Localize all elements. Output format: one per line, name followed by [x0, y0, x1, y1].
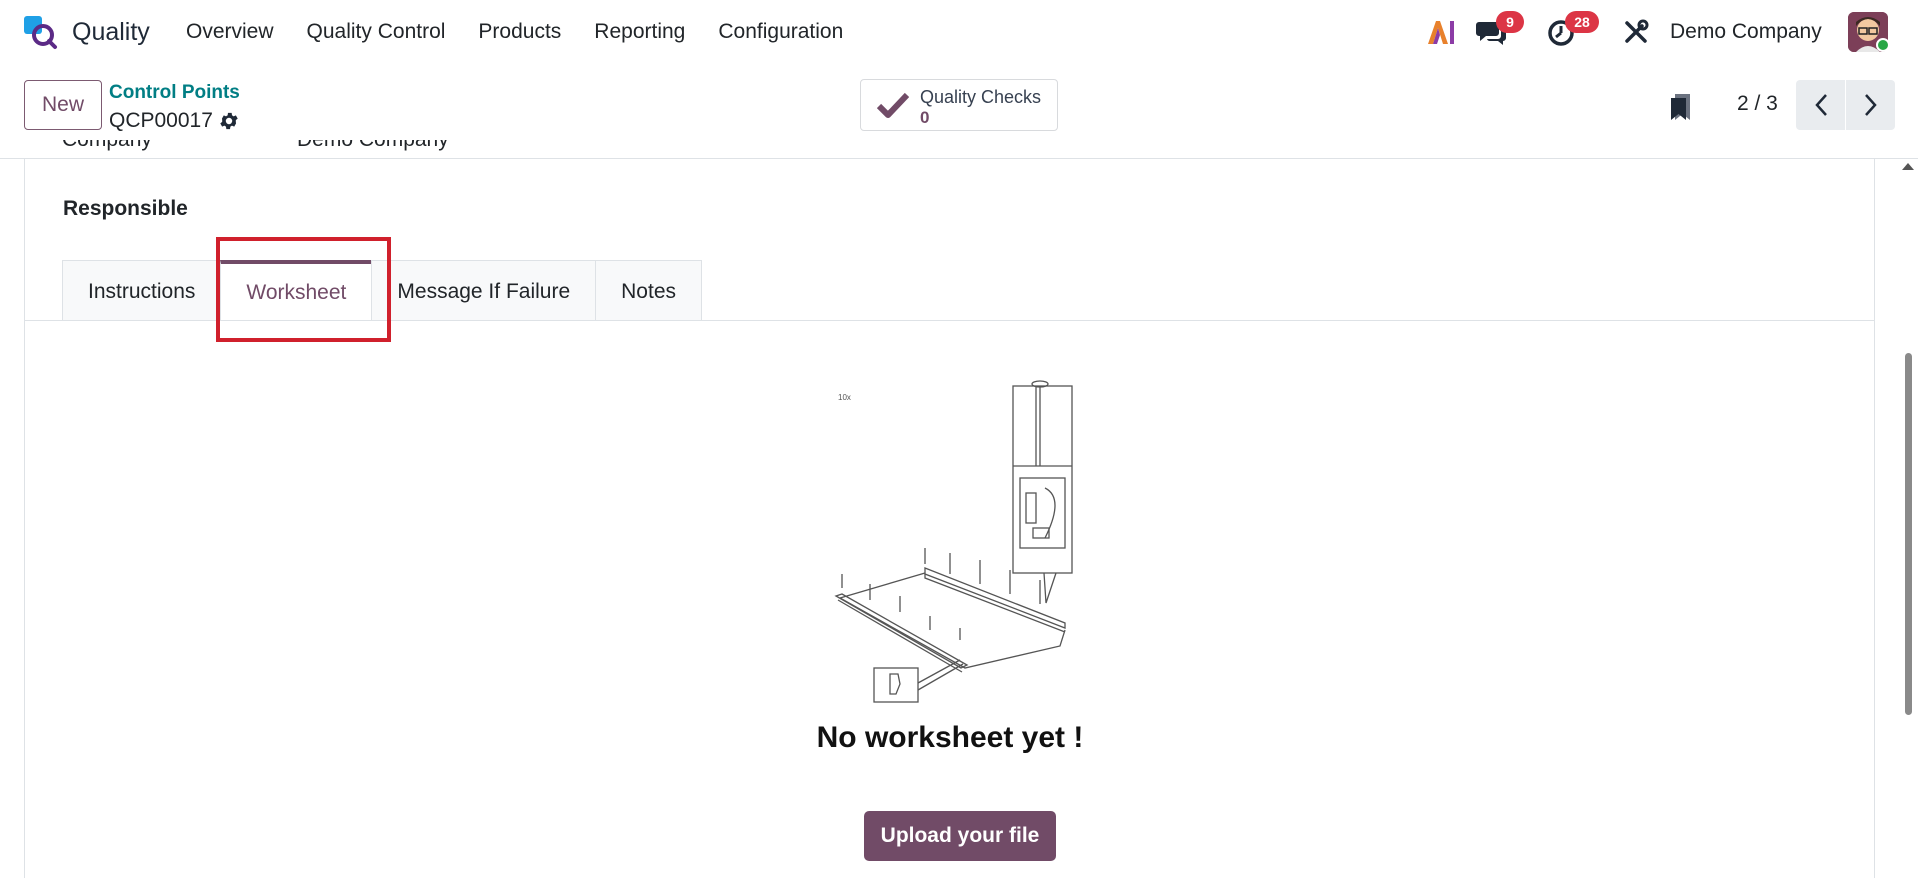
pager-next-button[interactable] [1846, 80, 1895, 130]
worksheet-tab-highlight-box [216, 237, 391, 342]
check-icon [877, 92, 909, 118]
ai-icon[interactable] [1426, 18, 1456, 46]
menu-item-reporting[interactable]: Reporting [594, 20, 685, 44]
chevron-right-icon [1864, 94, 1877, 116]
worksheet-placeholder-illustration: 10x [834, 380, 1073, 703]
chevron-left-icon [1814, 94, 1827, 116]
online-status-dot [1876, 38, 1890, 52]
company-switcher[interactable]: Demo Company [1670, 20, 1822, 44]
company-field-row: Company Demo Company [62, 140, 562, 160]
company-field-label: Company [62, 140, 152, 152]
svg-text:10x: 10x [838, 393, 851, 402]
vertical-scrollbar[interactable] [1898, 159, 1918, 878]
menu-item-products[interactable]: Products [478, 20, 561, 44]
record-name: QCP00017 [109, 109, 213, 132]
app-name[interactable]: Quality [72, 18, 150, 47]
gear-icon[interactable] [218, 110, 240, 132]
main-menu: Overview Quality Control Products Report… [186, 20, 876, 44]
pager-value[interactable]: 2 / 3 [1737, 92, 1778, 116]
tab-notes[interactable]: Notes [595, 260, 702, 321]
quality-checks-smart-button[interactable]: Quality Checks 0 [860, 79, 1058, 131]
bookmarks-icon[interactable] [1668, 92, 1694, 122]
activity-count-badge: 28 [1565, 11, 1599, 33]
new-button[interactable]: New [24, 80, 102, 130]
pager-previous-button[interactable] [1796, 80, 1845, 130]
menu-item-overview[interactable]: Overview [186, 20, 274, 44]
quality-app-logo-icon[interactable] [22, 14, 58, 50]
smart-button-label: Quality Checks [920, 87, 1042, 107]
scrollbar-thumb[interactable] [1905, 353, 1912, 715]
top-navbar: Quality Overview Quality Control Product… [0, 0, 1918, 64]
tab-message-if-failure[interactable]: Message If Failure [371, 260, 597, 321]
menu-item-quality-control[interactable]: Quality Control [307, 20, 446, 44]
upload-file-button[interactable]: Upload your file [864, 811, 1056, 861]
tab-instructions[interactable]: Instructions [62, 260, 222, 321]
empty-state-title: No worksheet yet ! [816, 721, 1084, 754]
menu-item-configuration[interactable]: Configuration [718, 20, 843, 44]
company-field-value[interactable]: Demo Company [297, 140, 449, 152]
scroll-up-arrow-icon[interactable] [1902, 163, 1914, 170]
debug-tools-icon[interactable] [1622, 18, 1650, 46]
chat-count-badge: 9 [1496, 11, 1524, 33]
smart-button-count: 0 [920, 108, 930, 127]
breadcrumb-control-points[interactable]: Control Points [109, 82, 240, 104]
responsible-label: Responsible [63, 197, 188, 220]
